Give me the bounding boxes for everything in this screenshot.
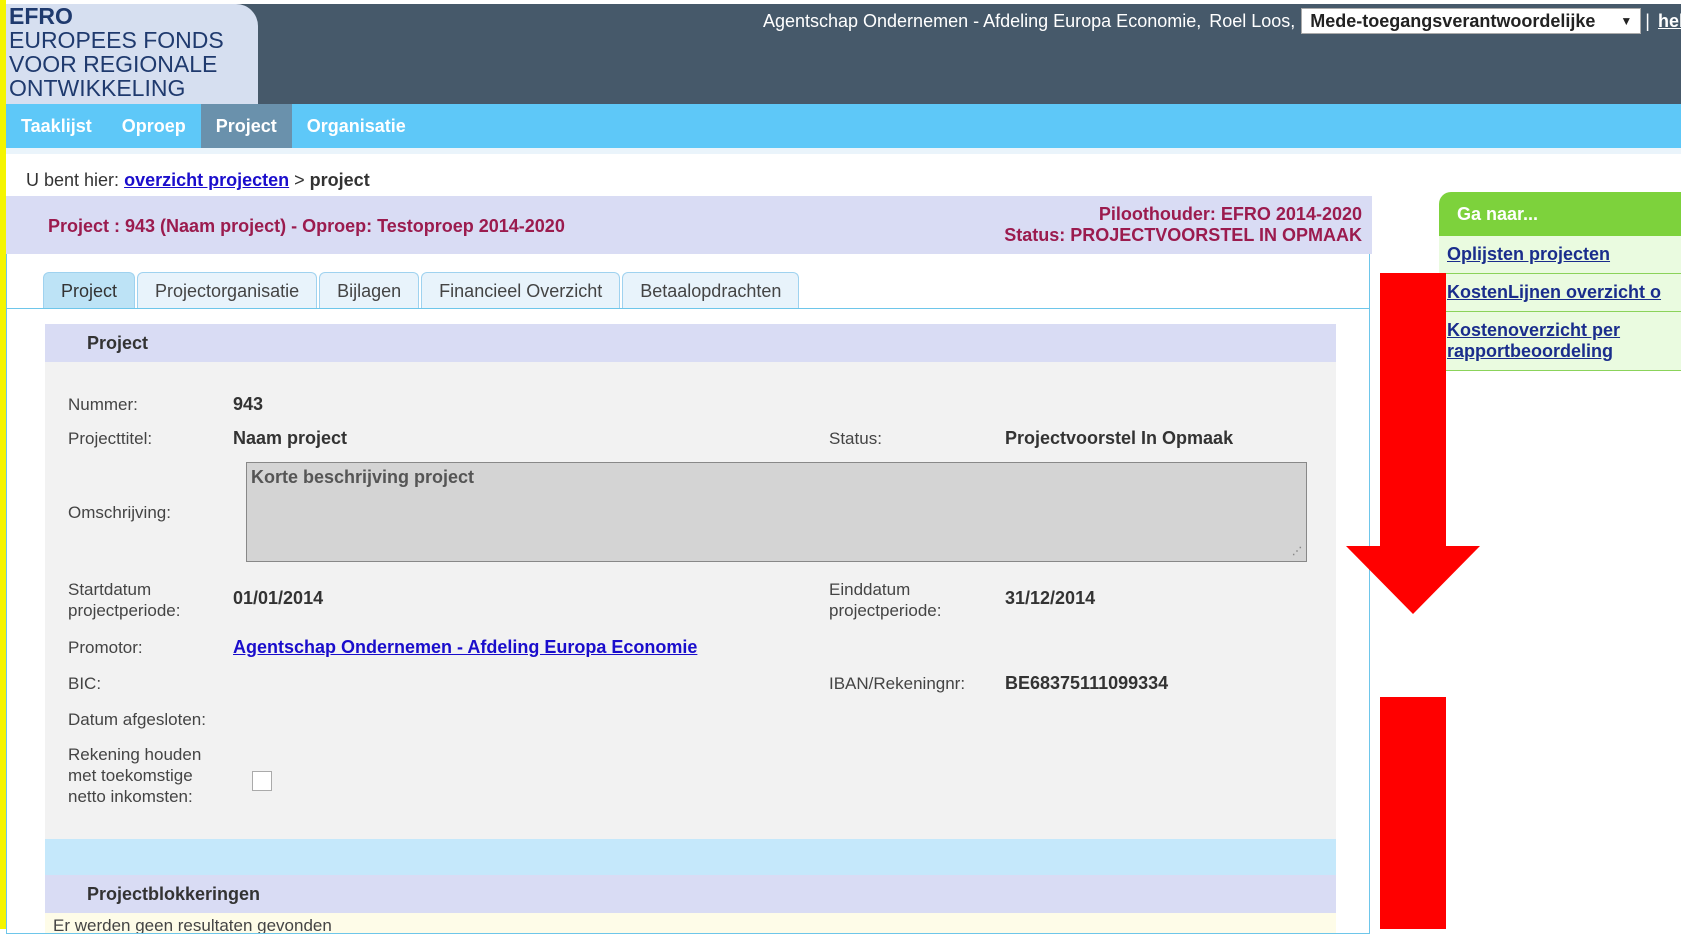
app-header: EFRO EUROPEES FONDS VOOR REGIONALE ONTWI… (6, 4, 1681, 104)
goto-panel: Ga naar... Oplijsten projecten KostenLij… (1439, 192, 1681, 371)
startdatum-label-line1: Startdatum (68, 580, 152, 599)
tab-bijlagen[interactable]: Bijlagen (319, 272, 420, 309)
kostenlijnen-overzicht-link[interactable]: KostenLijnen overzicht o (1447, 282, 1661, 302)
einddatum-label: Einddatum projectperiode: (829, 579, 941, 621)
einddatum-value: 31/12/2014 (1005, 588, 1096, 608)
main-nav: Taaklijst Oproep Project Organisatie (6, 104, 1681, 148)
tab-project[interactable]: Project (43, 272, 136, 309)
logo-line: VOOR REGIONALE (9, 51, 218, 77)
header-separator: | (1645, 10, 1650, 31)
rekening-label-line1: Rekening houden (68, 745, 202, 764)
nav-item-taaklijst[interactable]: Taaklijst (6, 104, 107, 148)
project-meta: Piloothouder: EFRO 2014-2020 Status: PRO… (1004, 204, 1362, 246)
tab-betaalopdrachten[interactable]: Betaalopdrachten (622, 272, 800, 309)
project-section: Project Nummer: 943 Projecttitel: Naam p… (45, 324, 1336, 933)
annotation-bar (1380, 697, 1446, 929)
netto-inkomsten-checkbox[interactable] (252, 771, 272, 791)
section-title: Project (45, 324, 1336, 362)
promotor-link[interactable]: Agentschap Ondernemen - Afdeling Europa … (233, 637, 697, 658)
help-link[interactable]: help (1658, 11, 1681, 32)
logo-line: EFRO (9, 3, 73, 29)
organisation-name: Agentschap Ondernemen - Afdeling Europa … (762, 10, 1202, 31)
no-results-message: Er werden geen resultaten gevonden (45, 913, 1336, 933)
rekening-label: Rekening houden met toekomstige netto in… (68, 744, 201, 807)
breadcrumb-prefix: U bent hier: (26, 170, 120, 190)
pilot-holder: Piloothouder: EFRO 2014-2020 (1098, 204, 1362, 224)
nav-item-project[interactable]: Project (200, 104, 292, 148)
startdatum-label-line2: projectperiode: (68, 601, 181, 620)
projectblokkeringen-title: Projectblokkeringen (45, 875, 1336, 913)
breadcrumb-separator: > (294, 170, 305, 190)
promotor-label: Promotor: (68, 638, 143, 657)
role-select[interactable]: Mede-toegangsverantwoordelijke ▼ (1301, 8, 1642, 34)
einddatum-label-line2: projectperiode: (829, 601, 942, 620)
omschrijving-value: Korte beschrijving project (251, 467, 475, 487)
goto-item: KostenLijnen overzicht o (1439, 274, 1681, 312)
tab-bar: Project Projectorganisatie Bijlagen Fina… (43, 272, 801, 309)
role-selected-value: Mede-toegangsverantwoordelijke (1310, 10, 1596, 31)
nav-underline (6, 148, 1681, 154)
nummer-label: Nummer: (68, 395, 138, 414)
user-bar: Agentschap Ondernemen - Afdeling Europa … (763, 7, 1681, 35)
oplijsten-projecten-link[interactable]: Oplijsten projecten (1447, 244, 1610, 264)
breadcrumb-current: project (309, 170, 370, 190)
project-title-band: Project : 943 (Naam project) - Oproep: T… (6, 196, 1372, 254)
breadcrumb-link-overzicht[interactable]: overzicht projecten (124, 170, 289, 190)
status-label: Status: (829, 429, 882, 448)
tab-projectorganisatie[interactable]: Projectorganisatie (137, 272, 318, 309)
status-value: Projectvoorstel In Opmaak (1005, 428, 1234, 448)
bic-label: BIC: (68, 674, 102, 693)
caret-down-icon: ▼ (1620, 14, 1633, 28)
nummer-value: 943 (233, 394, 264, 414)
breadcrumb: U bent hier: overzicht projecten > proje… (26, 170, 370, 191)
projecttitel-label: Projecttitel: (68, 429, 153, 448)
goto-panel-title: Ga naar... (1439, 192, 1681, 236)
user-name: Roel Loos, (1209, 10, 1296, 31)
section-spacer (45, 839, 1336, 875)
resize-grip-icon[interactable]: ⋰ (1292, 547, 1304, 559)
omschrijving-textarea[interactable]: Korte beschrijving project ⋰ (246, 462, 1307, 562)
tab-divider (7, 308, 1369, 309)
projecttitel-value: Naam project (233, 428, 348, 448)
rekening-label-line3: netto inkomsten: (68, 787, 193, 806)
annotation-arrow-shaft (1380, 273, 1446, 549)
iban-label: IBAN/Rekeningnr: (829, 674, 966, 693)
tab-financieel-overzicht[interactable]: Financieel Overzicht (421, 272, 621, 309)
datum-afgesloten-label: Datum afgesloten: (68, 710, 206, 729)
nav-item-oproep[interactable]: Oproep (107, 104, 201, 148)
logo-line: EUROPEES FONDS (9, 27, 224, 53)
goto-item: Oplijsten projecten (1439, 236, 1681, 274)
efro-logo: EFRO EUROPEES FONDS VOOR REGIONALE ONTWI… (6, 4, 258, 104)
omschrijving-label: Omschrijving: (68, 503, 171, 522)
project-title: Project : 943 (Naam project) - Oproep: T… (48, 216, 565, 236)
startdatum-label: Startdatum projectperiode: (68, 579, 180, 621)
einddatum-label-line1: Einddatum (829, 580, 911, 599)
nav-item-organisatie[interactable]: Organisatie (292, 104, 421, 148)
startdatum-value: 01/01/2014 (233, 588, 324, 608)
kostenoverzicht-rapport-link[interactable]: Kostenoverzicht per rapportbeoordeling (1447, 320, 1673, 362)
iban-value: BE68375111099334 (1005, 673, 1169, 693)
project-panel: Project Projectorganisatie Bijlagen Fina… (6, 254, 1370, 934)
goto-item: Kostenoverzicht per rapportbeoordeling (1439, 312, 1681, 371)
logo-line: ONTWIKKELING (9, 75, 186, 101)
rekening-label-line2: met toekomstige (68, 766, 193, 785)
project-status-header: Status: PROJECTVOORSTEL IN OPMAAK (1004, 225, 1362, 245)
annotation-arrow-down-icon (1346, 546, 1480, 614)
